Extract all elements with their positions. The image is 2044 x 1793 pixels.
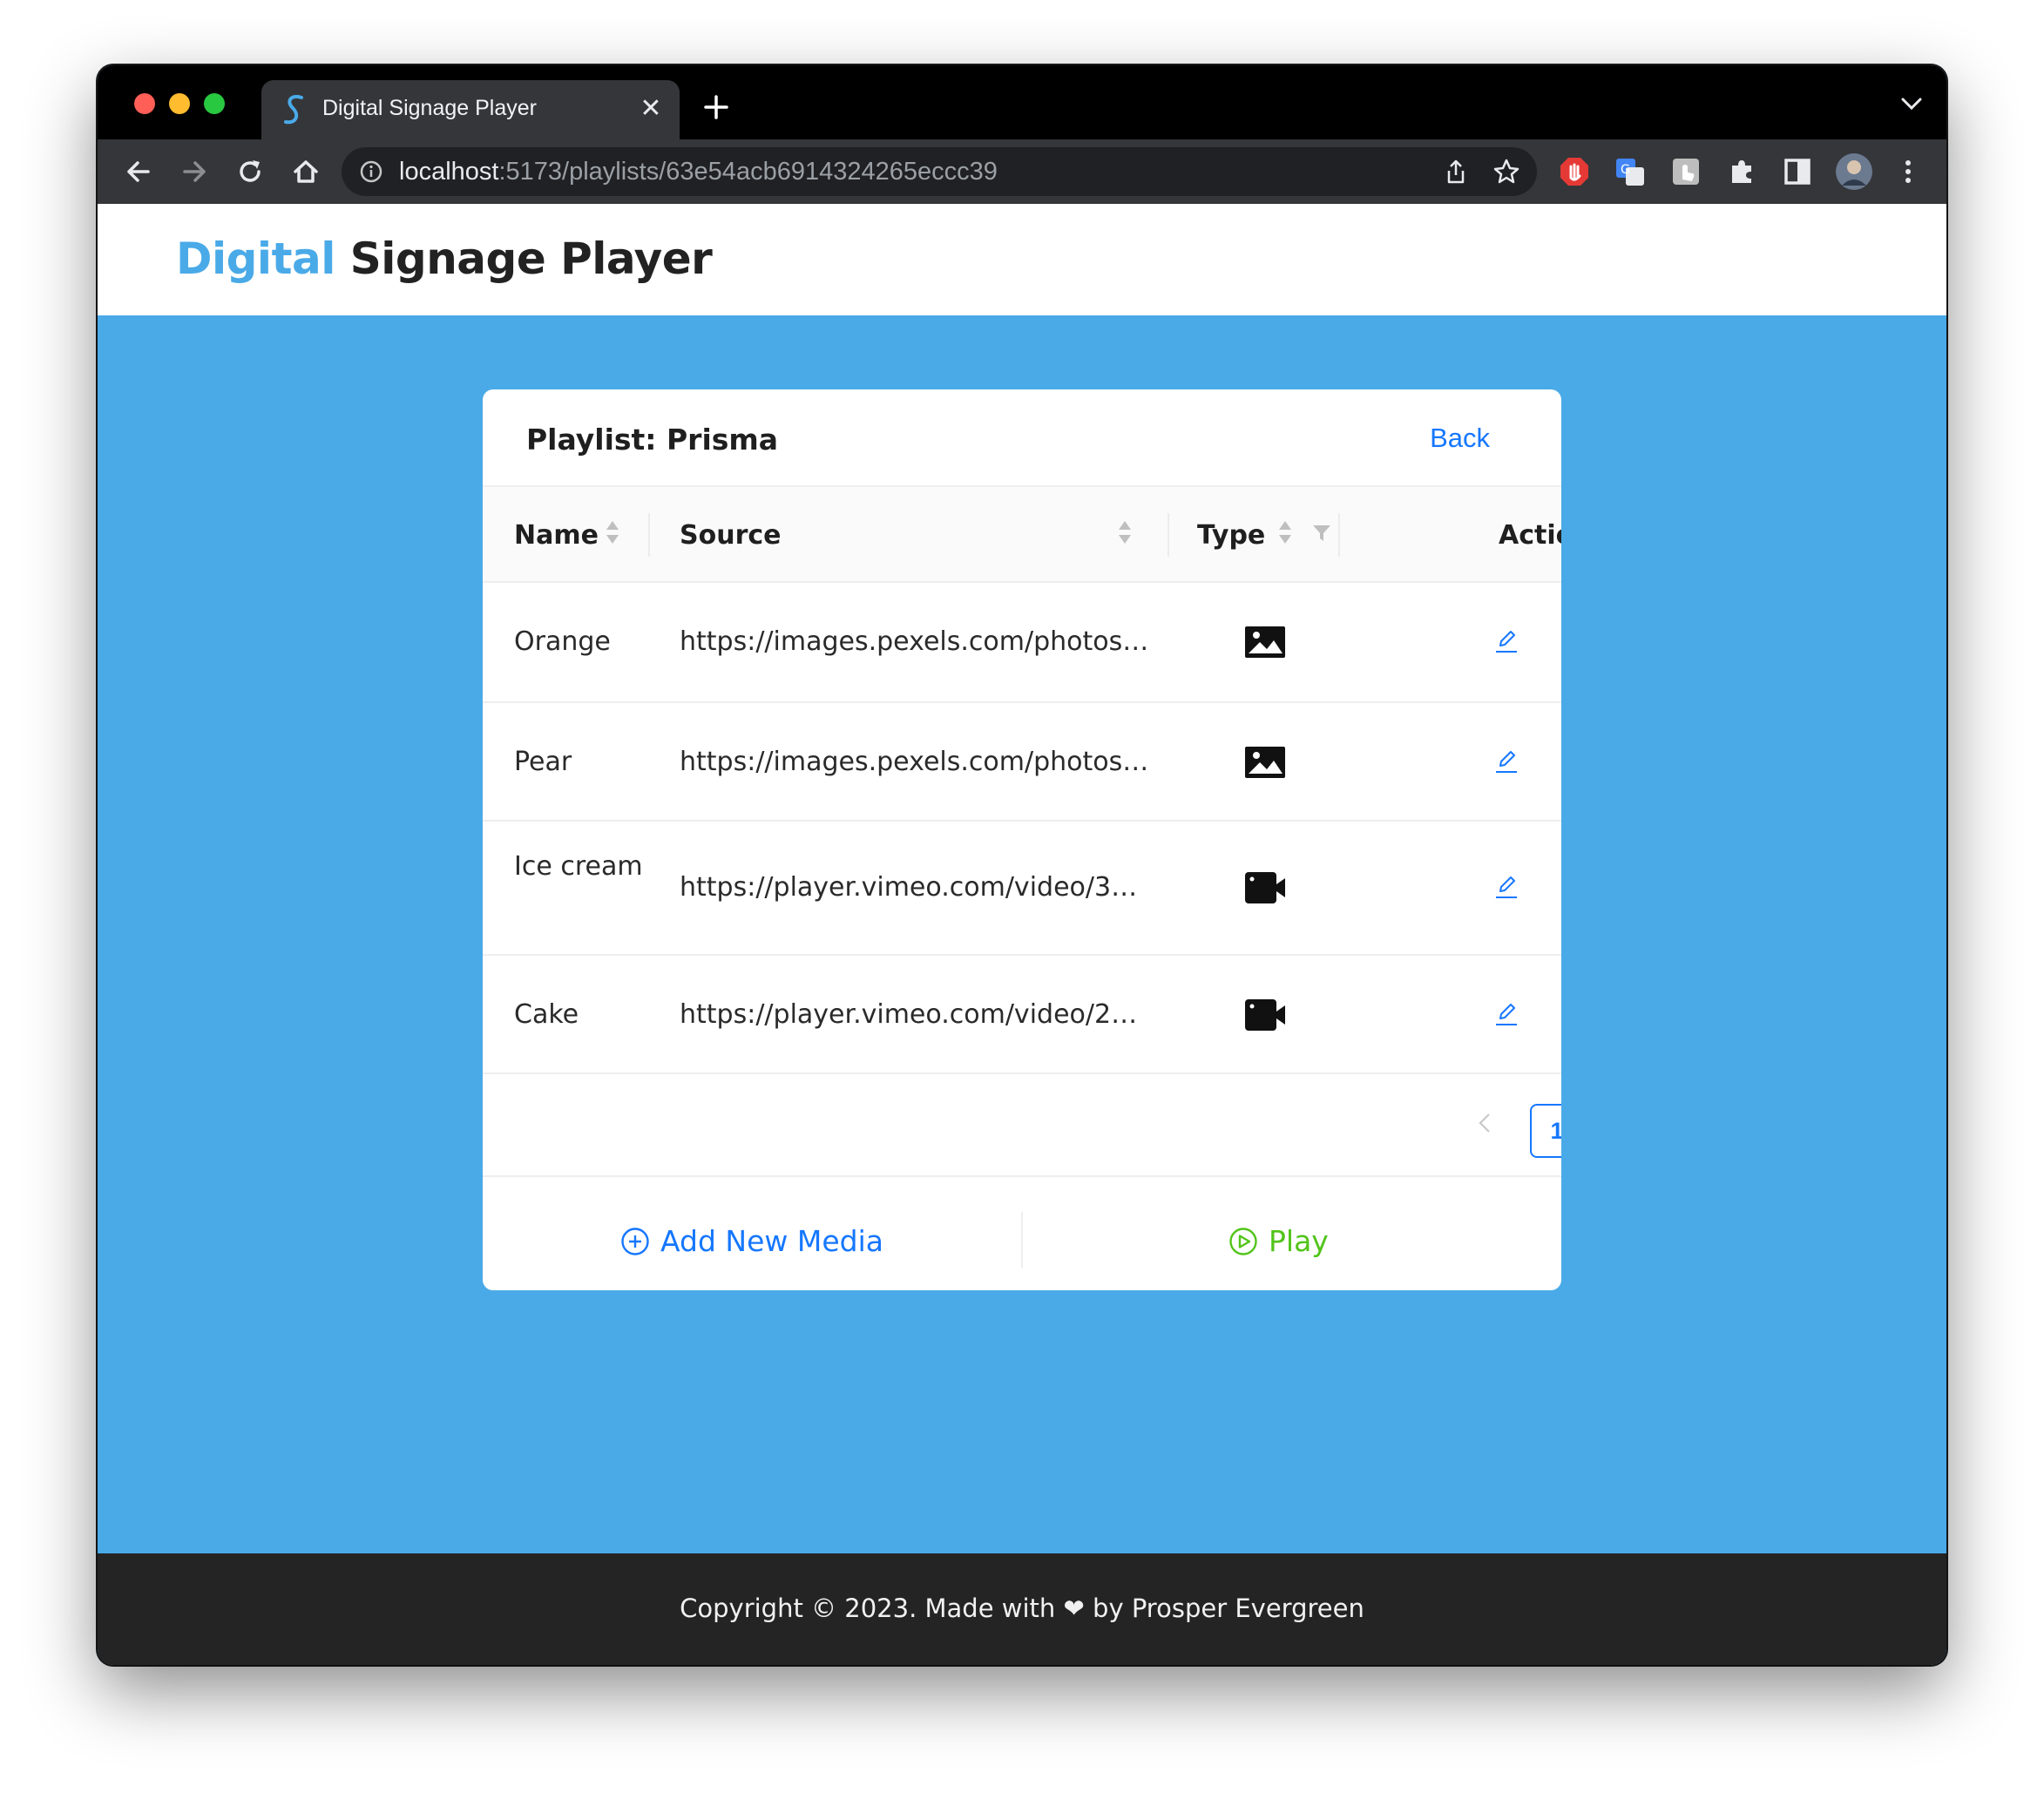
video-camera-icon (1245, 999, 1285, 1031)
image-icon (1245, 747, 1285, 778)
minimize-window-button[interactable] (169, 93, 190, 114)
edit-icon[interactable] (1493, 1001, 1519, 1027)
svg-text:G: G (1621, 163, 1630, 177)
column-header-source[interactable]: Source (680, 520, 782, 551)
card-actions: Add New Media Play (483, 1191, 1561, 1290)
media-source: https://player.vimeo.com/video/3088... (680, 872, 1150, 903)
image-icon (1245, 626, 1285, 658)
media-source: https://images.pexels.com/photos/32... (680, 626, 1150, 657)
page-number-button[interactable]: 1 (1530, 1104, 1561, 1158)
adblock-extension-icon[interactable] (1558, 155, 1591, 188)
play-button[interactable]: Play (1228, 1224, 1329, 1258)
actions-divider (1021, 1212, 1023, 1268)
edit-icon[interactable] (1493, 748, 1519, 775)
media-name: Pear (514, 747, 572, 777)
bookmark-star-icon[interactable] (1492, 157, 1521, 186)
filter-icon[interactable] (1312, 524, 1331, 543)
back-arrow-icon[interactable] (120, 153, 157, 190)
url-text: localhost:5173/playlists/63e54acb6914324… (399, 158, 998, 186)
reload-icon[interactable] (232, 153, 268, 190)
table-row: Cake https://player.vimeo.com/video/2428… (483, 956, 1561, 1074)
play-circle-icon (1229, 1228, 1257, 1255)
browser-tab[interactable]: Digital Signage Player ✕ (261, 80, 680, 139)
table-header: Name Source Type Actions (483, 487, 1561, 583)
favicon-icon (284, 95, 303, 125)
previous-page-icon[interactable] (1476, 1111, 1493, 1135)
playlist-card: Playlist: Prisma Back Name Source Type A… (483, 389, 1561, 1290)
tab-strip: Digital Signage Player ✕ (98, 65, 1946, 139)
browser-toolbar: localhost:5173/playlists/63e54acb6914324… (98, 139, 1946, 204)
share-icon[interactable] (1443, 158, 1469, 186)
column-header-type[interactable]: Type (1197, 520, 1265, 551)
edit-icon[interactable] (1493, 874, 1519, 900)
column-divider (648, 513, 650, 557)
table-row: Orange https://images.pexels.com/photos/… (483, 583, 1561, 703)
sort-icon[interactable] (1117, 518, 1133, 546)
pagination: 1 (483, 1074, 1561, 1177)
copyright-text: Copyright © 2023. Made with ❤ by Prosper… (680, 1593, 1364, 1623)
video-camera-icon (1245, 872, 1285, 903)
media-source: https://player.vimeo.com/video/2428... (680, 999, 1150, 1030)
maximize-window-button[interactable] (204, 93, 225, 114)
extensions-puzzle-icon[interactable] (1725, 155, 1758, 188)
site-info-icon[interactable] (359, 159, 383, 184)
home-icon[interactable] (288, 153, 324, 190)
media-source: https://images.pexels.com/photos/2... (680, 747, 1150, 777)
playlist-title: Playlist: Prisma (526, 423, 779, 457)
sort-icon[interactable] (1277, 518, 1293, 546)
site-header: Digital Signage Player (98, 204, 1946, 315)
tab-title: Digital Signage Player (322, 96, 537, 120)
card-header: Playlist: Prisma Back (483, 389, 1561, 487)
touch-extension-icon[interactable] (1669, 155, 1702, 188)
column-header-name[interactable]: Name (514, 520, 599, 551)
address-bar[interactable]: localhost:5173/playlists/63e54acb6914324… (342, 147, 1537, 196)
site-logo-text[interactable]: Digital Signage Player (176, 233, 713, 284)
media-name: Orange (514, 626, 611, 657)
back-button[interactable]: Back (1430, 423, 1490, 454)
translate-extension-icon[interactable]: G (1614, 155, 1647, 188)
table-row: Ice cream https://player.vimeo.com/video… (483, 822, 1561, 956)
column-divider (1168, 513, 1169, 557)
forward-arrow-icon[interactable] (176, 153, 213, 190)
media-name: Ice cream (514, 851, 643, 882)
media-name: Cake (514, 999, 579, 1030)
tab-close-icon[interactable]: ✕ (638, 91, 664, 126)
table-row: Pear https://images.pexels.com/photos/2.… (483, 703, 1561, 822)
new-tab-icon[interactable] (697, 88, 735, 126)
browser-window: Digital Signage Player ✕ localhost:5173/… (98, 65, 1946, 1665)
browser-menu-icon[interactable] (1898, 155, 1919, 188)
close-window-button[interactable] (134, 93, 155, 114)
column-divider (1338, 513, 1340, 557)
sort-icon[interactable] (605, 518, 620, 546)
site-footer: Copyright © 2023. Made with ❤ by Prosper… (98, 1553, 1946, 1665)
tab-search-chevron-icon[interactable] (1899, 95, 1924, 112)
side-panel-icon[interactable] (1781, 155, 1814, 188)
plus-circle-icon (621, 1228, 649, 1255)
add-new-media-button[interactable]: Add New Media (620, 1224, 883, 1258)
edit-icon[interactable] (1493, 628, 1519, 654)
profile-avatar[interactable] (1835, 152, 1873, 191)
column-header-actions: Actions (1499, 520, 1561, 551)
